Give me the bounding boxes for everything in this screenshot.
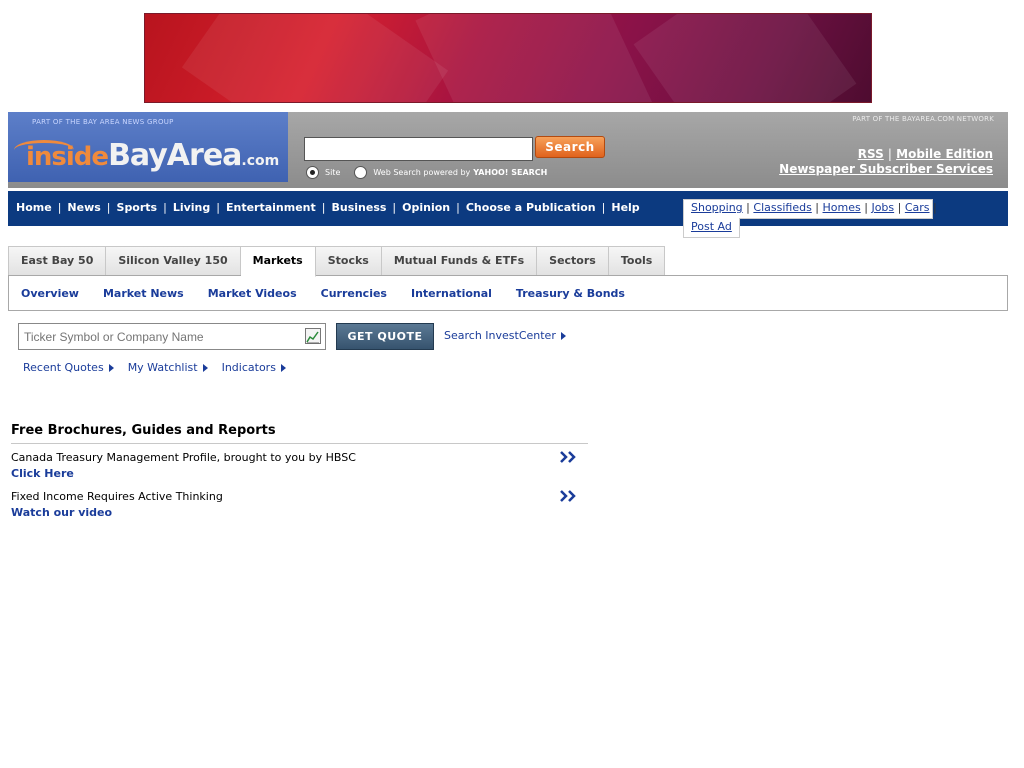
- logo-inside: inside: [26, 142, 109, 172]
- nav-news[interactable]: News: [67, 201, 100, 214]
- classifieds-jobs[interactable]: Jobs: [871, 201, 894, 214]
- subnav-overview[interactable]: Overview: [21, 287, 79, 300]
- tab-sectors[interactable]: Sectors: [537, 246, 609, 276]
- recent-quotes-link[interactable]: Recent Quotes: [23, 361, 114, 374]
- classifieds-shopping[interactable]: Shopping: [691, 201, 743, 214]
- arrow-right-icon: [202, 363, 208, 372]
- nav-home[interactable]: Home: [16, 201, 52, 214]
- brochure-text: Canada Treasury Management Profile, brou…: [11, 451, 356, 464]
- main-nav-items: Home | News | Sports | Living | Entertainmen…: [16, 201, 640, 214]
- double-chevron-right-icon[interactable]: [560, 490, 578, 502]
- markets-subnav: Overview Market News Market Videos Curre…: [8, 275, 1008, 311]
- post-ad-link[interactable]: Post Ad: [691, 220, 732, 233]
- tab-mutual-funds-etfs[interactable]: Mutual Funds & ETFs: [381, 246, 538, 276]
- arrow-right-icon: [280, 363, 286, 372]
- nav-help[interactable]: Help: [611, 201, 639, 214]
- post-ad-box: Post Ad: [683, 218, 740, 238]
- arrow-right-icon: [108, 363, 114, 372]
- arrow-right-icon: [560, 331, 566, 340]
- group-tagline: PART OF THE BAY AREA NEWS GROUP: [32, 118, 174, 126]
- tab-markets[interactable]: Markets: [240, 246, 316, 277]
- tab-stocks[interactable]: Stocks: [315, 246, 382, 276]
- web-radio-label: Web Search powered by: [373, 168, 471, 177]
- market-tabs: East Bay 50 Silicon Valley 150 Markets S…: [8, 246, 666, 277]
- classifieds-homes[interactable]: Homes: [823, 201, 861, 214]
- site-logo[interactable]: PART OF THE BAY AREA NEWS GROUP insideBa…: [8, 112, 288, 182]
- site-radio-label: Site: [325, 168, 341, 177]
- search-options: Site Web Search powered by YAHOO! SEARCH: [306, 166, 547, 179]
- logo-com: .com: [241, 153, 280, 169]
- classifieds-links: Shopping | Classifieds | Homes | Jobs | …: [683, 199, 937, 219]
- quote-quick-links: Recent Quotes My Watchlist Indicators: [23, 361, 300, 374]
- nav-opinion[interactable]: Opinion: [402, 201, 450, 214]
- header-search-input[interactable]: [304, 137, 533, 161]
- logo-bayarea: BayArea: [108, 138, 242, 173]
- subscriber-services-link[interactable]: Newspaper Subscriber Services: [779, 162, 993, 176]
- subnav-market-videos[interactable]: Market Videos: [208, 287, 297, 300]
- indicators-link[interactable]: Indicators: [222, 361, 286, 374]
- nav-choose-publication[interactable]: Choose a Publication: [466, 201, 596, 214]
- brochure-link[interactable]: Click Here: [11, 467, 588, 480]
- ad-banner[interactable]: [144, 13, 872, 103]
- brochures-section: Free Brochures, Guides and Reports Canad…: [11, 423, 588, 522]
- chart-icon[interactable]: [305, 328, 321, 344]
- nav-entertainment[interactable]: Entertainment: [226, 201, 316, 214]
- search-investcenter-link[interactable]: Search InvestCenter: [444, 329, 566, 342]
- nav-business[interactable]: Business: [332, 201, 387, 214]
- tab-east-bay-50[interactable]: East Bay 50: [8, 246, 107, 276]
- list-item: Fixed Income Requires Active Thinking Wa…: [11, 490, 588, 522]
- my-watchlist-link[interactable]: My Watchlist: [128, 361, 208, 374]
- brochure-link[interactable]: Watch our video: [11, 506, 588, 519]
- ticker-search-input[interactable]: [18, 323, 326, 350]
- subnav-market-news[interactable]: Market News: [103, 287, 184, 300]
- header-links: RSS | Mobile Edition Newspaper Subscribe…: [779, 147, 993, 176]
- subnav-currencies[interactable]: Currencies: [321, 287, 387, 300]
- classifieds-classifieds[interactable]: Classifieds: [753, 201, 811, 214]
- brochures-title: Free Brochures, Guides and Reports: [11, 423, 588, 444]
- classifieds-cars[interactable]: Cars: [905, 201, 930, 214]
- rss-link[interactable]: RSS: [858, 147, 884, 161]
- subnav-international[interactable]: International: [411, 287, 492, 300]
- list-item: Canada Treasury Management Profile, brou…: [11, 451, 588, 483]
- yahoo-search-logo: YAHOO! SEARCH: [473, 168, 548, 177]
- web-radio[interactable]: [354, 166, 368, 179]
- subnav-items: Overview Market News Market Videos Curre…: [21, 287, 649, 300]
- double-chevron-right-icon[interactable]: [560, 451, 578, 463]
- subnav-treasury-bonds[interactable]: Treasury & Bonds: [516, 287, 625, 300]
- tab-silicon-valley-150[interactable]: Silicon Valley 150: [106, 246, 241, 276]
- mobile-edition-link[interactable]: Mobile Edition: [896, 147, 993, 161]
- site-radio[interactable]: [306, 166, 319, 179]
- brochure-text: Fixed Income Requires Active Thinking: [11, 490, 223, 503]
- logo-wordmark: insideBayArea.com: [26, 138, 279, 173]
- tab-tools[interactable]: Tools: [608, 246, 666, 276]
- nav-sports[interactable]: Sports: [117, 201, 158, 214]
- get-quote-button[interactable]: GET QUOTE: [336, 323, 434, 350]
- header-search-button[interactable]: Search: [535, 136, 605, 158]
- nav-living[interactable]: Living: [173, 201, 210, 214]
- network-tagline: PART OF THE BAYAREA.COM NETWORK: [852, 115, 994, 123]
- site-header: PART OF THE BAY AREA NEWS GROUP insideBa…: [8, 112, 1008, 188]
- search-investcenter-label: Search InvestCenter: [444, 329, 556, 342]
